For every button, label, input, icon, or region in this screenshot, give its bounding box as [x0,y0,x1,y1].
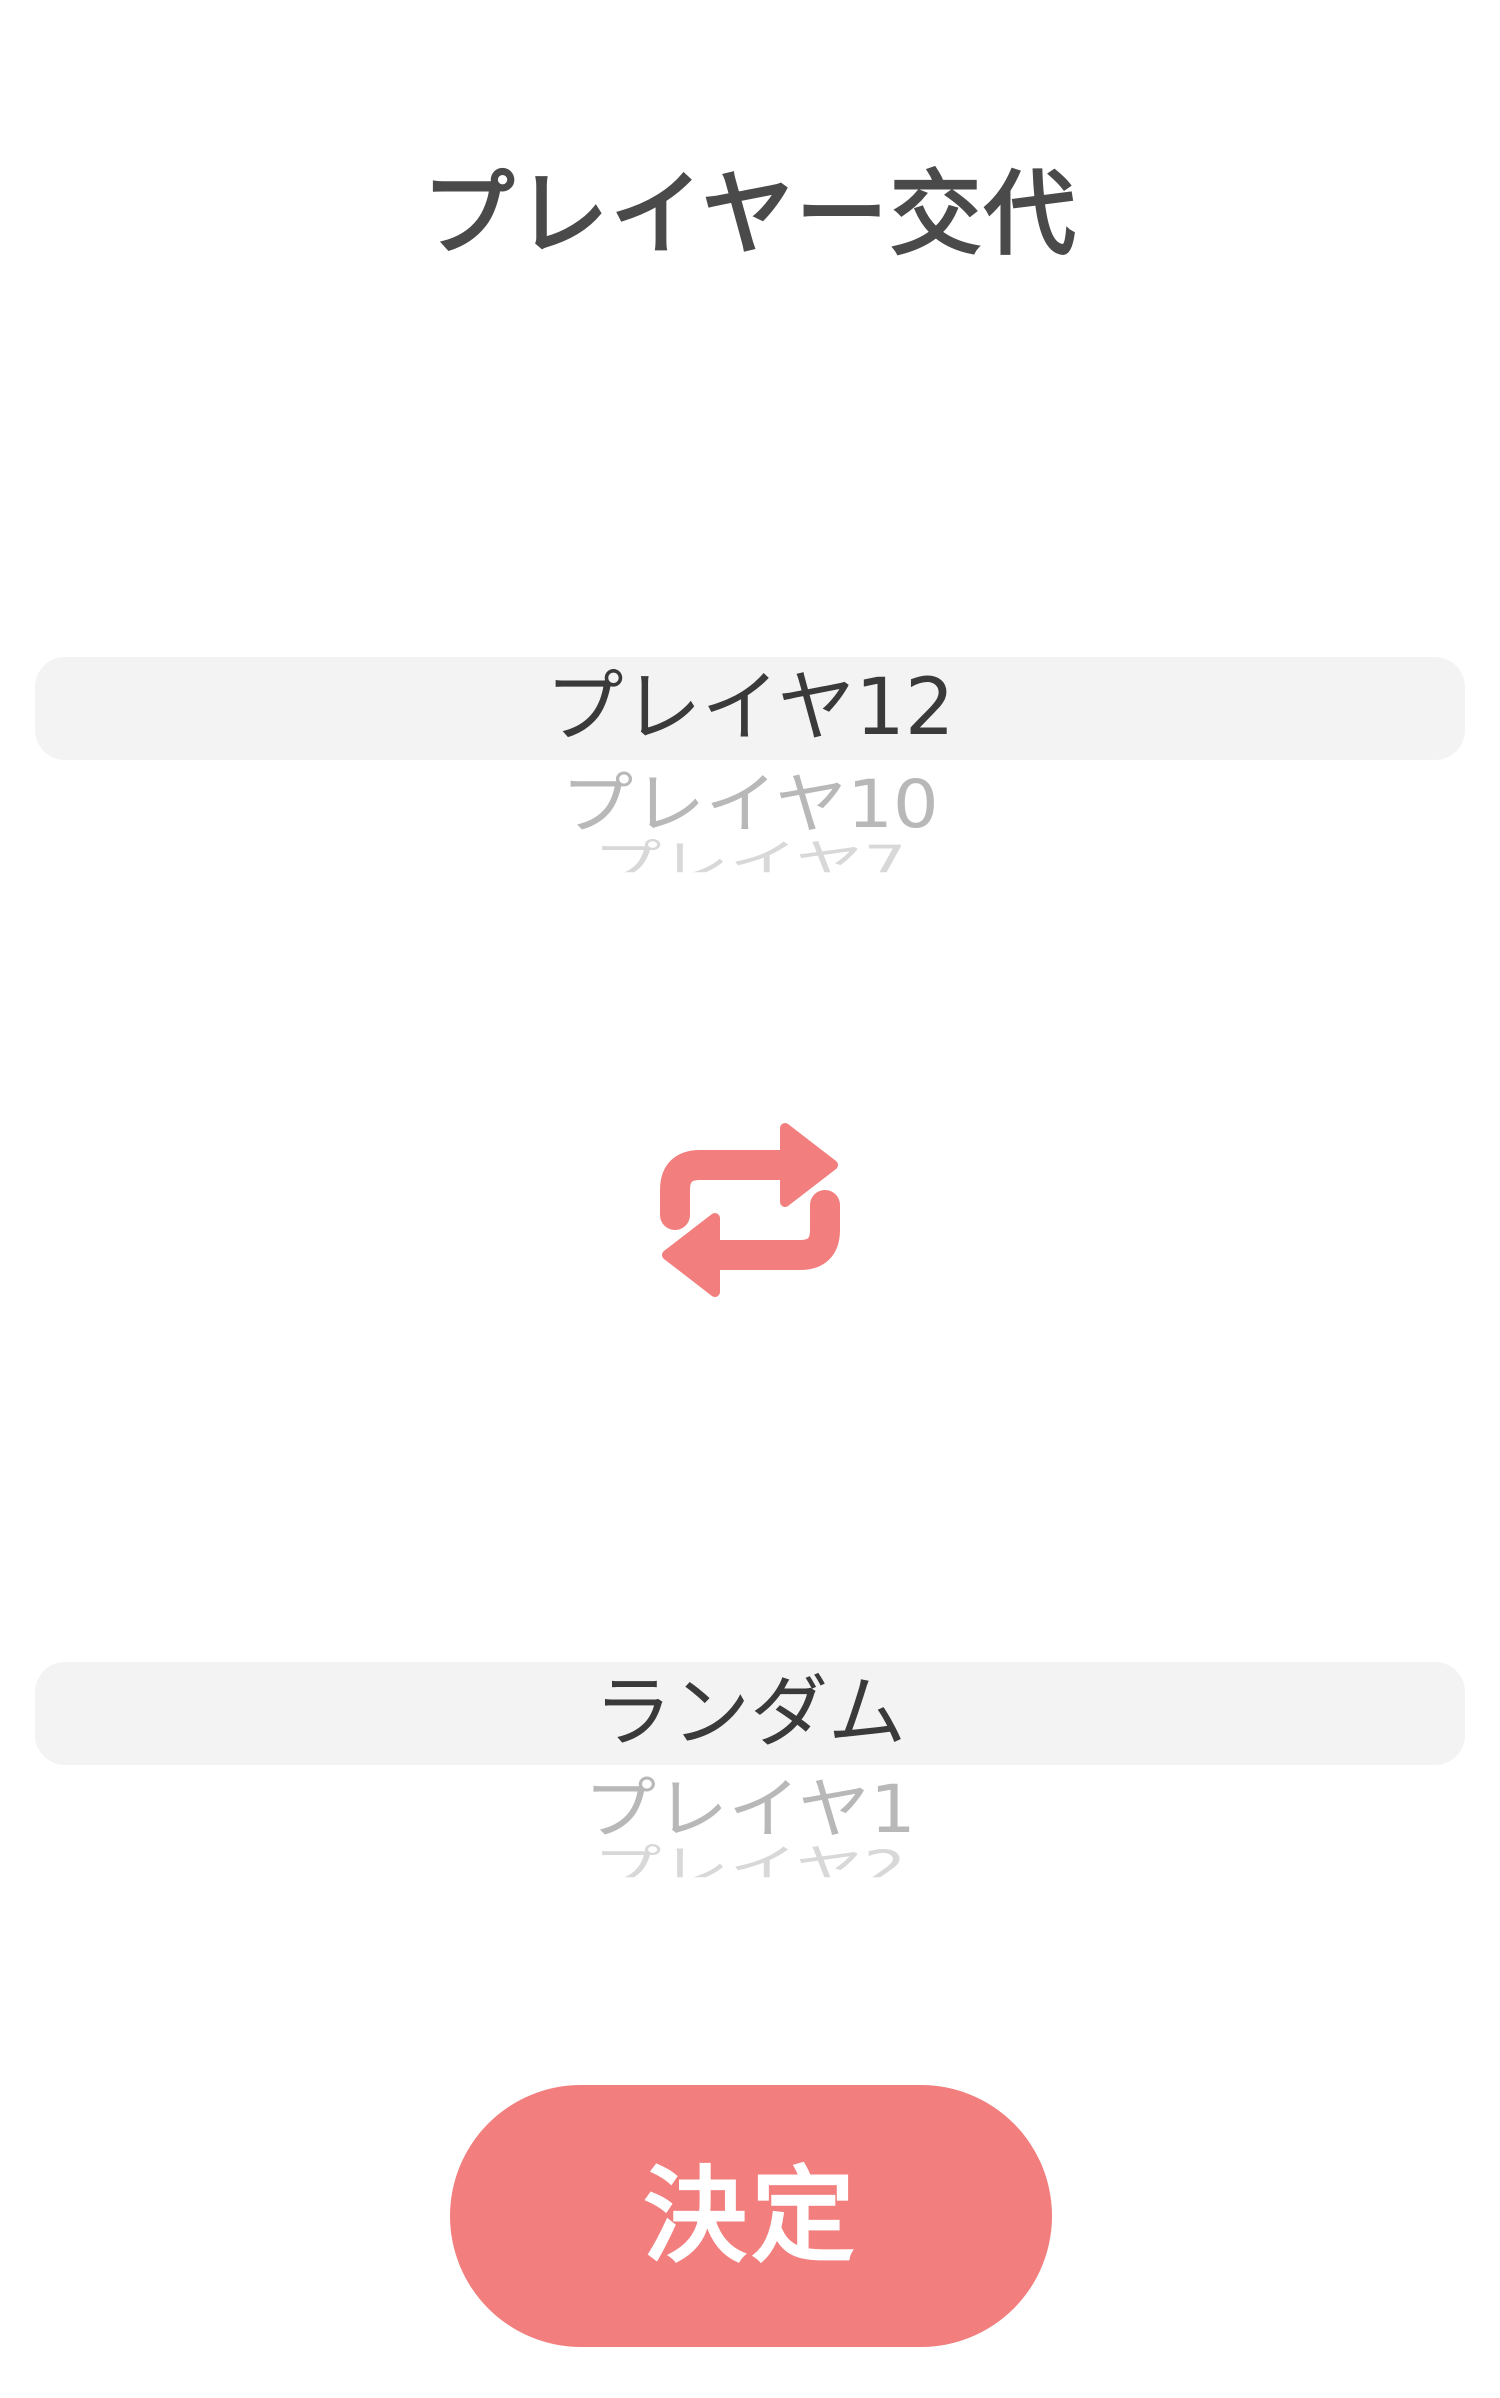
picker-selected-item[interactable]: プレイヤ12 [35,658,1465,758]
player-in-picker[interactable]: ランダム プレイヤ1 プレイヤ2 [35,1565,1465,1877]
picker-selected-item[interactable]: ランダム [35,1663,1465,1763]
confirm-button[interactable]: 決定 [450,2085,1052,2347]
player-out-picker[interactable]: プレイヤ12 プレイヤ10 プレイヤ7 [35,560,1465,872]
swap-arrows-icon [645,1110,855,1310]
player-swap-screen: プレイヤー交代 プレイヤ12 プレイヤ10 プレイヤ7 ランダム プレイヤ1 プ… [0,0,1500,2398]
picker-item[interactable]: プレイヤ2 [35,1841,1465,1877]
picker-item[interactable]: プレイヤ7 [35,836,1465,872]
page-title: プレイヤー交代 [422,161,1078,268]
